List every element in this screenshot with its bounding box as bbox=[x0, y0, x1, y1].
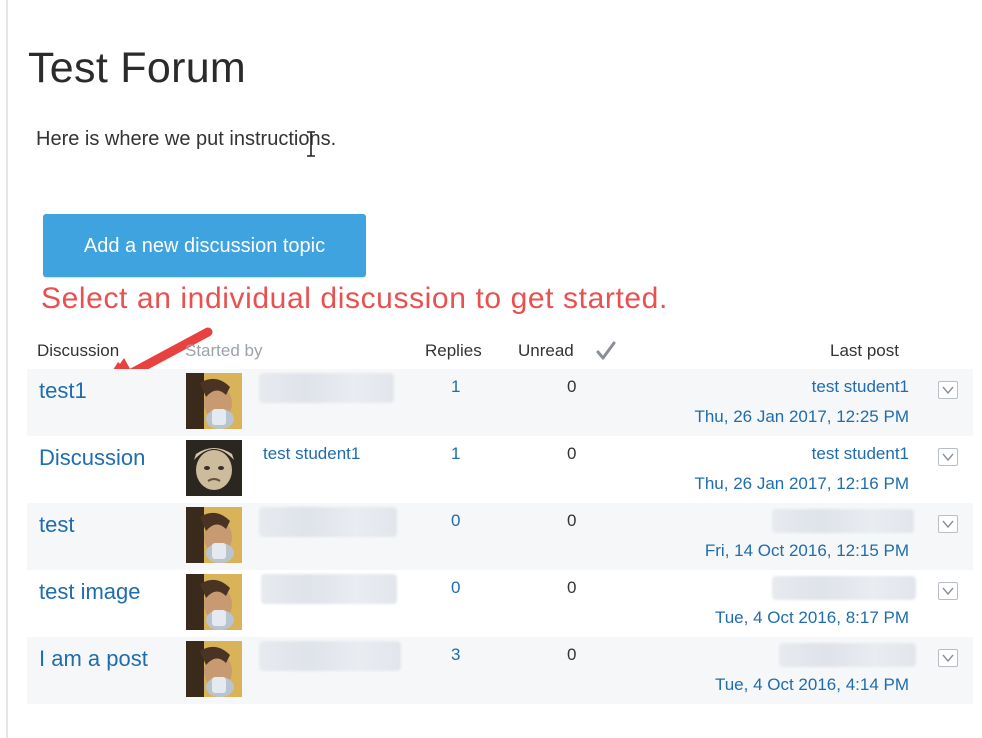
row-menu-chevron-down-icon[interactable] bbox=[938, 448, 958, 466]
redacted-last-post-author bbox=[772, 576, 916, 600]
redacted-last-post-author bbox=[779, 643, 916, 667]
discussion-link[interactable]: Discussion bbox=[39, 445, 145, 471]
column-header-started-by[interactable]: Started by bbox=[185, 341, 263, 361]
mark-all-read-check-icon[interactable] bbox=[596, 340, 616, 362]
redacted-starter-name bbox=[259, 373, 394, 403]
replies-count[interactable]: 0 bbox=[451, 578, 460, 598]
user-avatar[interactable] bbox=[186, 641, 242, 697]
table-row: test 0 0 Fri, 14 Oct 2016, 12:15 PM bbox=[27, 503, 973, 570]
last-post-author[interactable]: test student1 bbox=[812, 444, 909, 464]
column-header-replies[interactable]: Replies bbox=[425, 341, 482, 361]
column-header-last-post[interactable]: Last post bbox=[830, 341, 899, 361]
row-menu-chevron-down-icon[interactable] bbox=[938, 515, 958, 533]
user-avatar[interactable] bbox=[186, 373, 242, 429]
page-title: Test Forum bbox=[28, 44, 247, 92]
replies-count[interactable]: 1 bbox=[451, 444, 460, 464]
unread-count: 0 bbox=[567, 444, 577, 463]
redacted-starter-name bbox=[259, 507, 397, 537]
left-border bbox=[6, 0, 8, 738]
replies-count[interactable]: 3 bbox=[451, 645, 460, 665]
table-row: Discussion test student1 1 0 test studen… bbox=[27, 436, 973, 503]
discussion-link[interactable]: test bbox=[39, 512, 74, 538]
last-post-date[interactable]: Fri, 14 Oct 2016, 12:15 PM bbox=[705, 541, 909, 561]
replies-count[interactable]: 0 bbox=[451, 511, 460, 531]
table-row: I am a post 3 0 Tue, 4 Oct 2016, 4:14 PM bbox=[27, 637, 973, 704]
column-header-unread[interactable]: Unread bbox=[518, 341, 574, 361]
discussion-link[interactable]: test image bbox=[39, 579, 141, 605]
redacted-starter-name bbox=[259, 641, 401, 671]
add-discussion-button[interactable]: Add a new discussion topic bbox=[43, 214, 366, 277]
redacted-last-post-author bbox=[772, 509, 914, 533]
unread-count: 0 bbox=[567, 511, 577, 530]
annotation-text: Select an individual discussion to get s… bbox=[41, 282, 668, 315]
text-cursor-icon bbox=[307, 131, 315, 157]
table-row: test image 0 0 Tue, 4 Oct 2016, 8:17 PM bbox=[27, 570, 973, 637]
last-post-date[interactable]: Thu, 26 Jan 2017, 12:16 PM bbox=[694, 474, 909, 494]
discussion-link[interactable]: I am a post bbox=[39, 646, 148, 672]
started-by-name[interactable]: test student1 bbox=[263, 444, 360, 464]
row-menu-chevron-down-icon[interactable] bbox=[938, 381, 958, 399]
last-post-date[interactable]: Tue, 4 Oct 2016, 4:14 PM bbox=[715, 675, 909, 695]
row-menu-chevron-down-icon[interactable] bbox=[938, 649, 958, 667]
table-row: test1 1 0 test student1 Thu, 26 Jan 2017… bbox=[27, 369, 973, 436]
last-post-date[interactable]: Thu, 26 Jan 2017, 12:25 PM bbox=[694, 407, 909, 427]
redacted-starter-name bbox=[261, 574, 397, 604]
user-avatar[interactable] bbox=[186, 574, 242, 630]
column-header-discussion[interactable]: Discussion bbox=[37, 341, 119, 361]
discussion-link[interactable]: test1 bbox=[39, 378, 87, 404]
last-post-author[interactable]: test student1 bbox=[812, 377, 909, 397]
unread-count: 0 bbox=[567, 578, 577, 597]
unread-count: 0 bbox=[567, 645, 577, 664]
row-menu-chevron-down-icon[interactable] bbox=[938, 582, 958, 600]
last-post-date[interactable]: Tue, 4 Oct 2016, 8:17 PM bbox=[715, 608, 909, 628]
user-avatar[interactable] bbox=[186, 507, 242, 563]
unread-count: 0 bbox=[567, 377, 577, 396]
forum-intro: Here is where we put instructions. bbox=[36, 128, 337, 150]
replies-count[interactable]: 1 bbox=[451, 377, 460, 397]
user-avatar[interactable] bbox=[186, 440, 242, 496]
